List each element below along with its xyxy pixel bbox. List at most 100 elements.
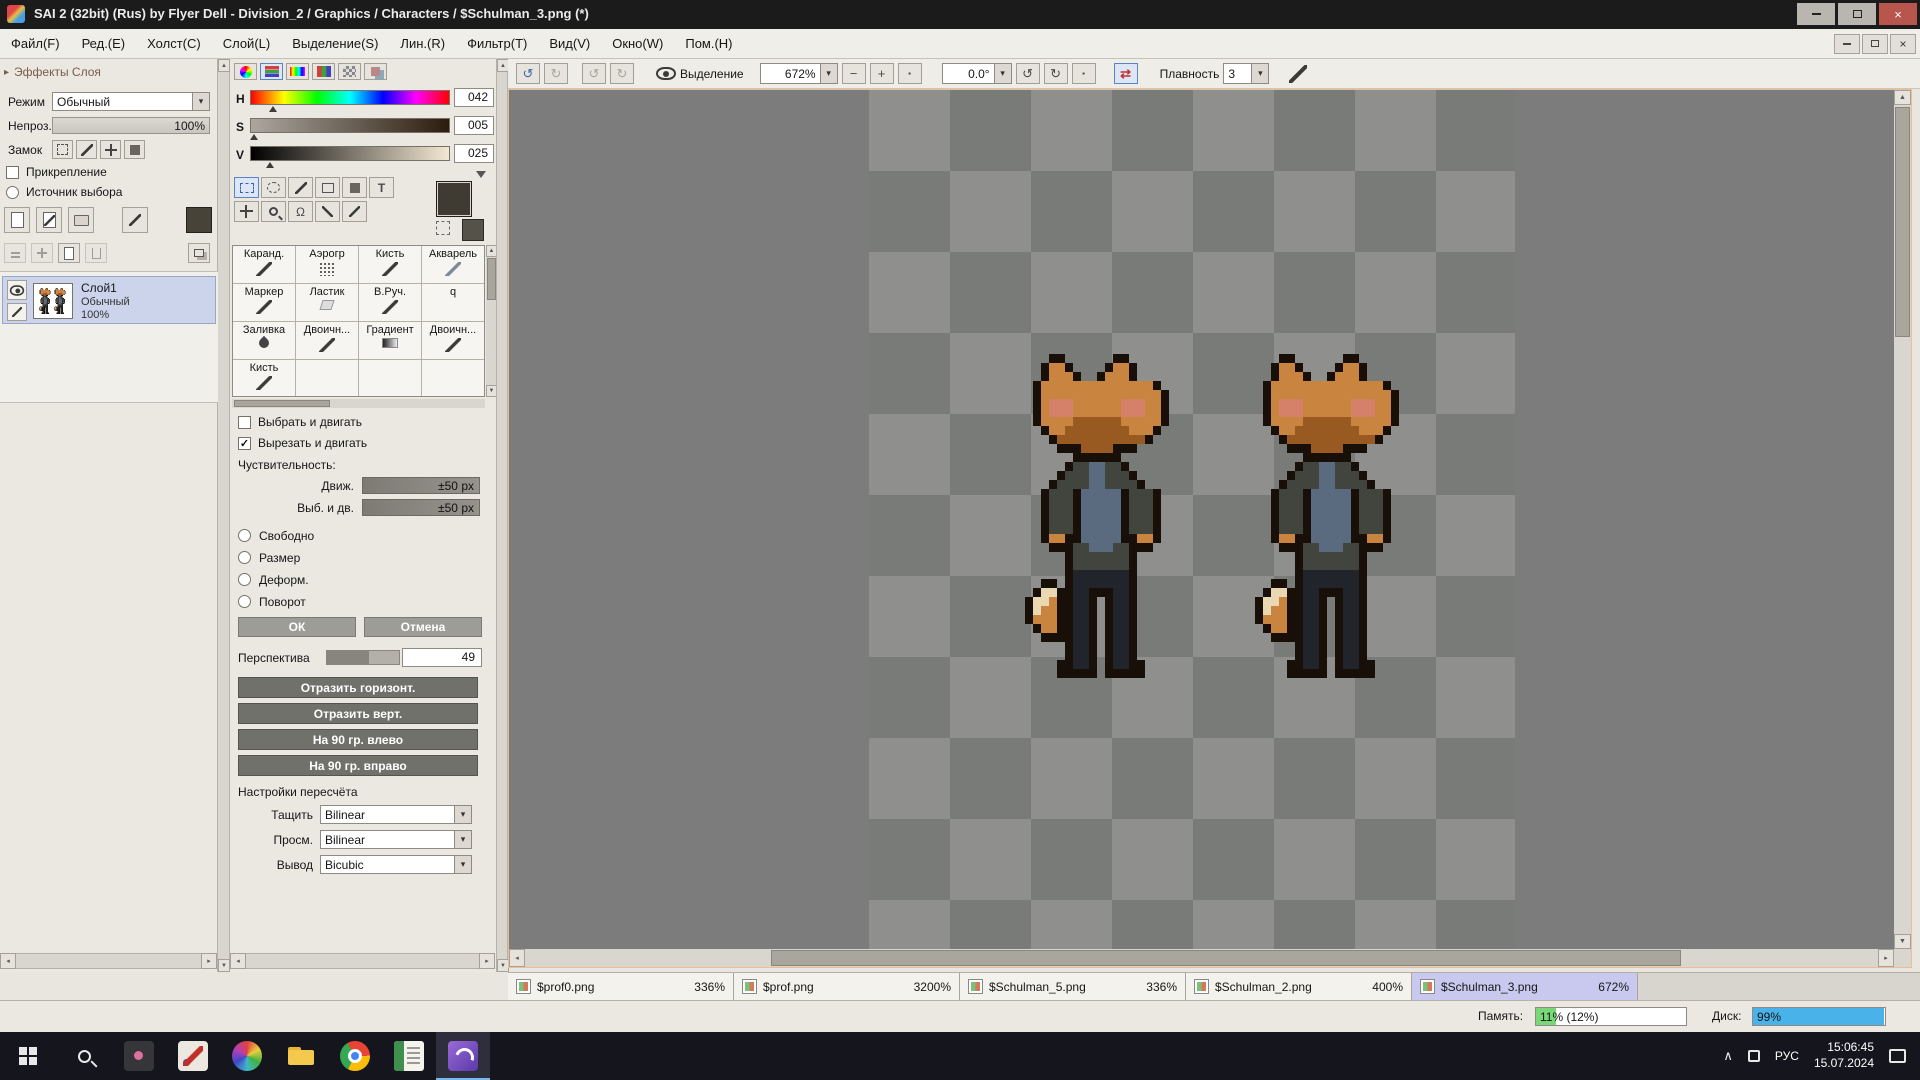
undo-history-icon[interactable]: ↺: [582, 63, 606, 84]
dropdown-icon[interactable]: ▾: [455, 805, 472, 824]
rotate-ccw-icon[interactable]: ↺: [1016, 63, 1040, 84]
menu-item[interactable]: Выделение(S): [281, 29, 389, 59]
window-minimize-icon[interactable]: [1797, 3, 1835, 25]
tool-panel-vscrollbar[interactable]: ▲ ▼: [496, 59, 508, 972]
cancel-button[interactable]: Отмена: [364, 617, 482, 637]
layer-mode-dropdown[interactable]: Обычный ▾: [52, 92, 210, 111]
saturation-value[interactable]: 005: [454, 116, 494, 135]
brush-grid-hscrollbar[interactable]: [232, 399, 485, 408]
brush-cell[interactable]: [359, 360, 422, 397]
brush-cell[interactable]: Кисть: [233, 360, 296, 397]
lock-transparency-icon[interactable]: [52, 140, 73, 159]
add-layer-icon[interactable]: [31, 243, 53, 263]
new-folder-icon[interactable]: [68, 207, 94, 233]
cut-and-move-checkbox[interactable]: ✓: [238, 437, 251, 450]
menu-item[interactable]: Пом.(H): [674, 29, 743, 59]
lock-pen-icon[interactable]: [76, 140, 97, 159]
canvas-vscroll-thumb[interactable]: [1895, 107, 1910, 337]
transform-mode-option[interactable]: Деформ.: [238, 571, 488, 588]
scroll-down-icon[interactable]: ▼: [1894, 934, 1911, 949]
menu-item[interactable]: Файл(F): [0, 29, 71, 59]
scroll-up-icon[interactable]: ▲: [218, 59, 230, 72]
value-value[interactable]: 025: [454, 144, 494, 163]
window-restore-icon[interactable]: [1838, 3, 1876, 25]
canvas-hscrollbar[interactable]: ◂ ▸: [509, 949, 1894, 967]
redo-history-icon[interactable]: ↻: [610, 63, 634, 84]
brush-cell[interactable]: [422, 360, 485, 397]
stamp-tool-icon[interactable]: [342, 177, 367, 198]
hsv-sliders-icon[interactable]: [260, 63, 283, 80]
brush-cell[interactable]: Градиент: [359, 322, 422, 360]
dropdown-icon[interactable]: ▾: [193, 92, 210, 111]
smoothing-dropdown[interactable]: 3 ▾: [1223, 63, 1269, 84]
ok-button[interactable]: ОК: [238, 617, 356, 637]
transform-mode-option[interactable]: Размер: [238, 549, 488, 566]
lock-fill-icon[interactable]: [124, 140, 145, 159]
document-tab[interactable]: $Schulman_3.png 672%: [1412, 973, 1638, 1001]
swatches-grid-icon[interactable]: [338, 63, 361, 80]
scroll-left-icon[interactable]: ◂: [509, 949, 525, 967]
canvas-vscrollbar[interactable]: ▲ ▼: [1894, 90, 1911, 949]
brush-cell[interactable]: Аэрогр: [296, 246, 359, 284]
resample-dropdown[interactable]: Bilinear ▾: [320, 830, 472, 849]
delete-layer-icon[interactable]: [85, 243, 107, 263]
tray-status-icon[interactable]: [1748, 1050, 1760, 1062]
canvas-viewport[interactable]: [509, 90, 1894, 949]
hue-slider[interactable]: [250, 90, 450, 105]
redo-icon[interactable]: ↻: [544, 63, 568, 84]
mirror-view-icon[interactable]: ⇄: [1114, 63, 1138, 84]
brush-cell[interactable]: В.Руч.: [359, 284, 422, 322]
selection-visibility-icon[interactable]: [656, 67, 676, 80]
layer-edit-icon[interactable]: [7, 303, 27, 321]
layer-thumbnail[interactable]: [33, 283, 73, 319]
transform-button[interactable]: Отразить горизонт.: [238, 677, 478, 698]
brush-cell[interactable]: q: [422, 284, 485, 322]
dropdown-icon[interactable]: ▾: [821, 63, 838, 84]
document-close-icon[interactable]: ×: [1890, 34, 1916, 54]
hue-slider-marker[interactable]: [269, 106, 277, 112]
magic-wand-tool-icon[interactable]: [288, 177, 313, 198]
taskbar-clock[interactable]: 15:06:45 15.07.2024: [1814, 1040, 1874, 1071]
brush-cell[interactable]: Двоичн...: [422, 322, 485, 360]
zoom-in-icon[interactable]: +: [870, 63, 894, 84]
transform-layer-icon[interactable]: [122, 207, 148, 233]
notification-center-icon[interactable]: [1889, 1049, 1906, 1063]
menu-item[interactable]: Вид(V): [538, 29, 601, 59]
rotate-cw-icon[interactable]: ↻: [1044, 63, 1068, 84]
zoom-tool-icon[interactable]: [261, 201, 286, 222]
transform-mode-option[interactable]: Свободно: [238, 527, 488, 544]
transform-mode-option[interactable]: Поворот: [238, 593, 488, 610]
radio-icon[interactable]: [238, 551, 251, 564]
select-move-sensitivity-field[interactable]: ±50 px: [362, 499, 480, 516]
dropdown-icon[interactable]: ▾: [995, 63, 1012, 84]
rgb-sliders-icon[interactable]: [312, 63, 335, 80]
dropdown-icon[interactable]: ▾: [455, 855, 472, 874]
resample-dropdown[interactable]: Bicubic ▾: [320, 855, 472, 874]
undo-icon[interactable]: ↺: [516, 63, 540, 84]
swap-colors-icon[interactable]: [476, 171, 486, 178]
tray-expand-icon[interactable]: ∧: [1723, 1048, 1733, 1064]
document-minimize-icon[interactable]: [1834, 34, 1860, 54]
scroll-left-icon[interactable]: ◂: [230, 953, 246, 969]
brush-cell[interactable]: Заливка: [233, 322, 296, 360]
dropdown-icon[interactable]: ▾: [1252, 63, 1269, 84]
brush-cell[interactable]: Кисть: [359, 246, 422, 284]
select-and-move-checkbox[interactable]: [238, 416, 251, 429]
document-tab[interactable]: $Schulman_2.png 400%: [1186, 973, 1412, 1001]
radio-icon[interactable]: [238, 573, 251, 586]
saturation-slider-marker[interactable]: [250, 134, 258, 140]
text-tool-icon[interactable]: T: [369, 177, 394, 198]
scroll-left-icon[interactable]: ◂: [0, 953, 16, 969]
pin-checkbox[interactable]: [6, 166, 19, 179]
dropdown-icon[interactable]: ▾: [455, 830, 472, 849]
sai2-taskbar-icon[interactable]: [436, 1032, 490, 1080]
move-tool-icon[interactable]: [234, 201, 259, 222]
rainbow-bar-icon[interactable]: [286, 63, 309, 80]
start-button[interactable]: [0, 1032, 56, 1080]
zoom-out-icon[interactable]: −: [842, 63, 866, 84]
radio-icon[interactable]: [238, 595, 251, 608]
angle-reset-icon[interactable]: ▪: [1072, 63, 1096, 84]
hue-value[interactable]: 042: [454, 88, 494, 107]
chrome-icon[interactable]: [328, 1032, 382, 1080]
layer-opacity-slider[interactable]: 100%: [52, 117, 210, 134]
